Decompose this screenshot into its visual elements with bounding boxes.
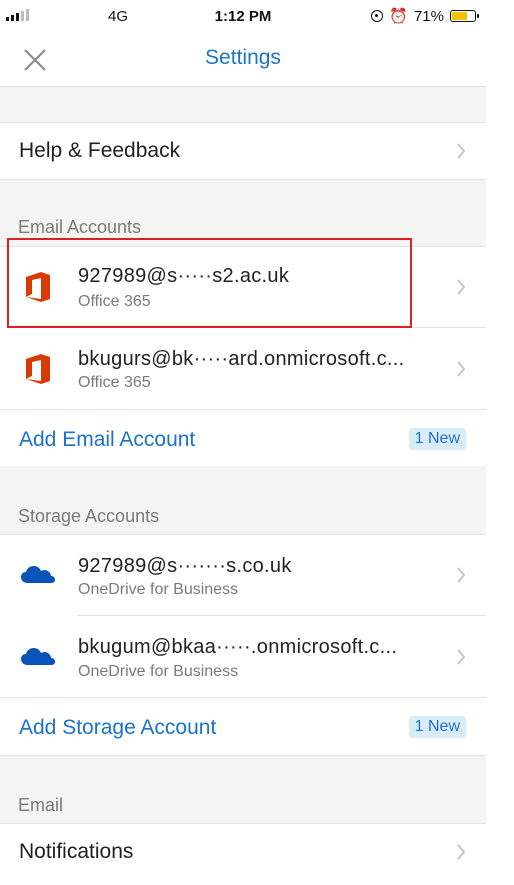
account-type: Office 365 <box>78 374 151 391</box>
account-address: 927989@s·······s.co.uk <box>78 555 292 577</box>
notifications-row[interactable]: Notifications <box>0 824 486 885</box>
new-badge: 1 New <box>408 428 466 450</box>
highlight-box <box>7 238 412 328</box>
background-strip <box>486 0 514 885</box>
new-badge: 1 New <box>408 716 466 738</box>
add-storage-account-row[interactable]: Add Storage Account 1 New <box>0 698 486 755</box>
account-address: bkugurs@bk·····ard.onmicrosoft.c... <box>78 348 405 370</box>
storage-accounts-header: Storage Accounts <box>0 466 486 534</box>
section-label-email: Email <box>18 795 64 815</box>
notifications-label: Notifications <box>19 840 134 863</box>
chevron-right-icon <box>457 649 466 665</box>
chevron-right-icon <box>457 567 466 583</box>
status-bar: 4G 1:12 PM ⏰ 71% <box>0 0 486 36</box>
section-spacer <box>0 87 486 122</box>
alarm-icon: ⏰ <box>389 8 408 25</box>
section-label-email-accounts: Email Accounts <box>18 217 142 237</box>
account-type: OneDrive for Business <box>78 663 239 680</box>
chevron-right-icon <box>457 844 466 860</box>
email-account-item[interactable]: bkugurs@bk·····ard.onmicrosoft.c... Offi… <box>0 328 486 409</box>
onedrive-icon <box>21 648 55 665</box>
orientation-lock-icon <box>371 10 384 22</box>
chevron-right-icon <box>457 279 466 295</box>
office-365-icon <box>26 354 50 384</box>
page-title: Settings <box>205 46 281 69</box>
account-address: bkugum@bkaa·····.onmicrosoft.c... <box>78 636 398 658</box>
battery-icon <box>450 10 479 22</box>
settings-screen: 4G 1:12 PM ⏰ 71% Settings Help & Feedbac… <box>0 0 486 885</box>
add-storage-account-link[interactable]: Add Storage Account <box>19 716 216 740</box>
status-right-group: ⏰ 71% <box>371 7 479 25</box>
add-email-account-link[interactable]: Add Email Account <box>19 428 195 452</box>
storage-account-item[interactable]: bkugum@bkaa·····.onmicrosoft.c... OneDri… <box>0 616 486 697</box>
account-type: OneDrive for Business <box>78 581 239 598</box>
section-label-storage-accounts: Storage Accounts <box>18 506 160 526</box>
email-section-header: Email <box>0 756 486 823</box>
chevron-right-icon <box>457 143 466 159</box>
email-accounts-header: Email Accounts <box>0 180 486 246</box>
storage-account-item[interactable]: 927989@s·······s.co.uk OneDrive for Busi… <box>0 535 486 615</box>
battery-percent: 71% <box>413 7 444 25</box>
navigation-bar: Settings <box>0 36 486 87</box>
chevron-right-icon <box>457 361 466 377</box>
onedrive-icon <box>21 566 55 583</box>
help-feedback-row[interactable]: Help & Feedback <box>0 123 486 179</box>
help-feedback-label: Help & Feedback <box>19 139 181 162</box>
add-email-account-row[interactable]: Add Email Account 1 New <box>0 410 486 466</box>
